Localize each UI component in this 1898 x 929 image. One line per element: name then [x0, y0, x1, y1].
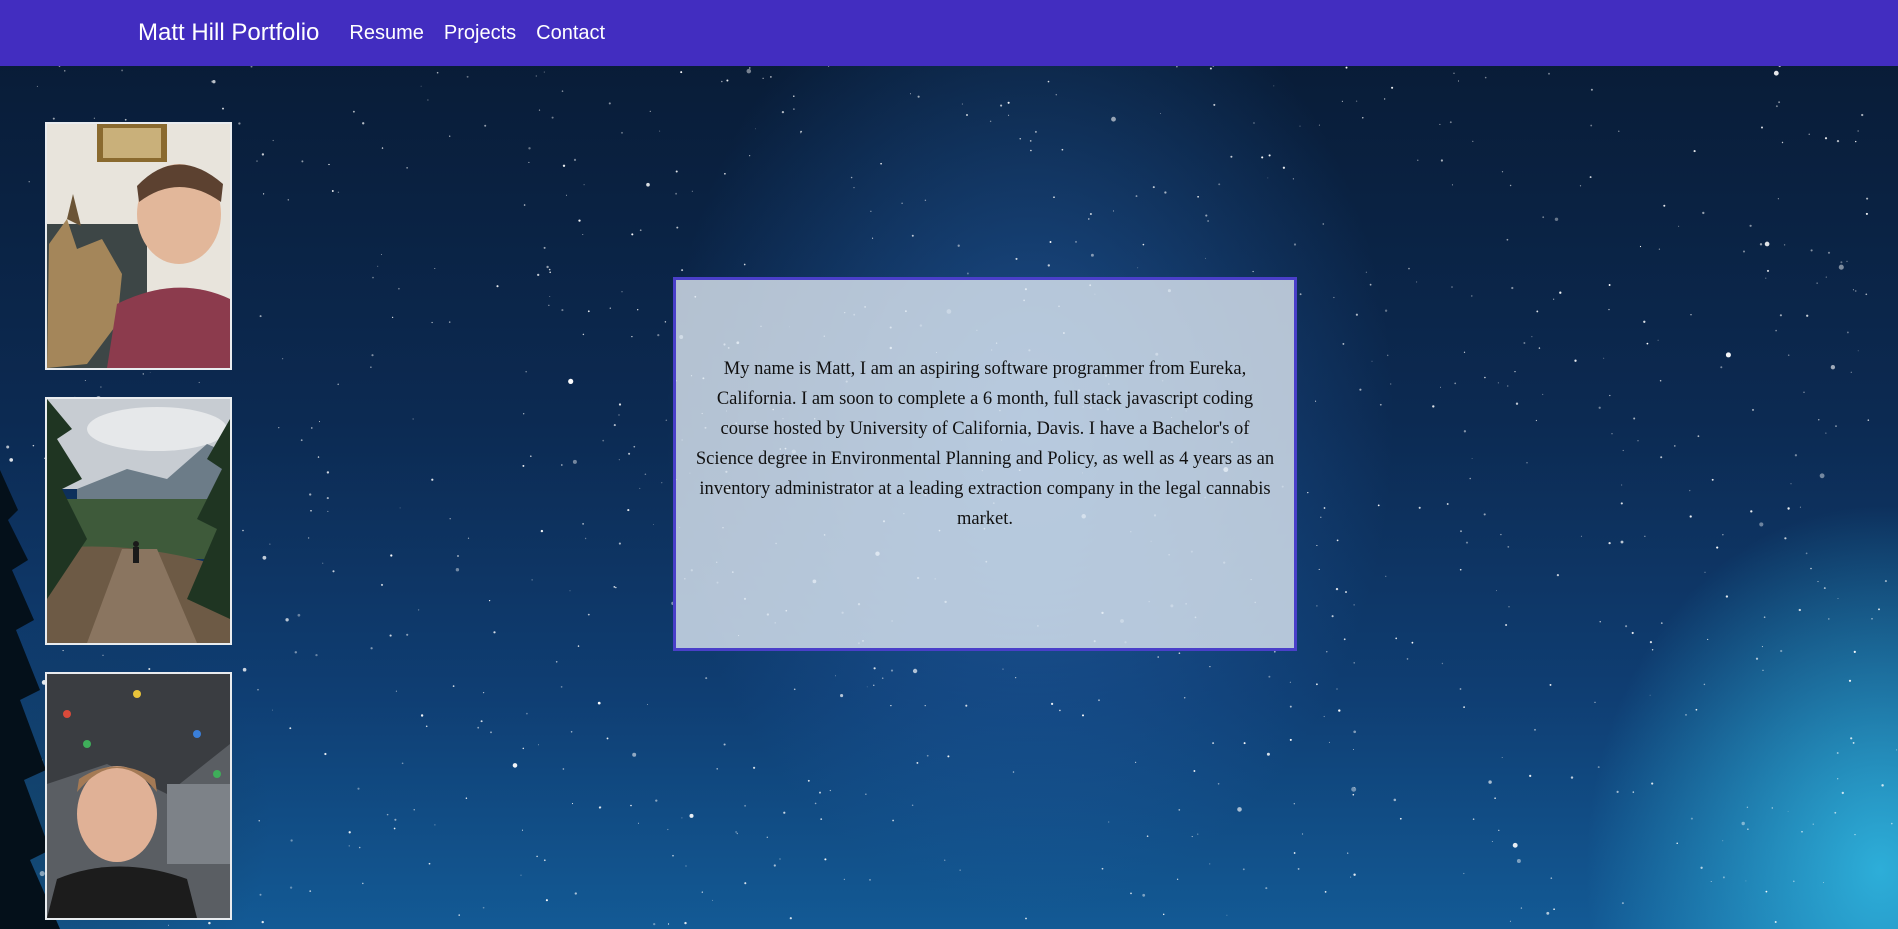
nav-link-resume[interactable]: Resume: [349, 22, 423, 45]
nav-link-projects[interactable]: Projects: [444, 22, 516, 45]
photo-hiking-trail: [45, 397, 232, 645]
top-navbar: Matt Hill Portfolio Resume Projects Cont…: [0, 0, 1898, 66]
about-text: My name is Matt, I am an aspiring softwa…: [695, 359, 1275, 529]
about-card: My name is Matt, I am an aspiring softwa…: [673, 277, 1297, 651]
nav-link-contact[interactable]: Contact: [536, 22, 605, 45]
photo-climbing-gym-selfie: [45, 672, 232, 920]
brand-link[interactable]: Matt Hill Portfolio: [138, 19, 319, 47]
photo-selfie-with-dog: [45, 122, 232, 370]
